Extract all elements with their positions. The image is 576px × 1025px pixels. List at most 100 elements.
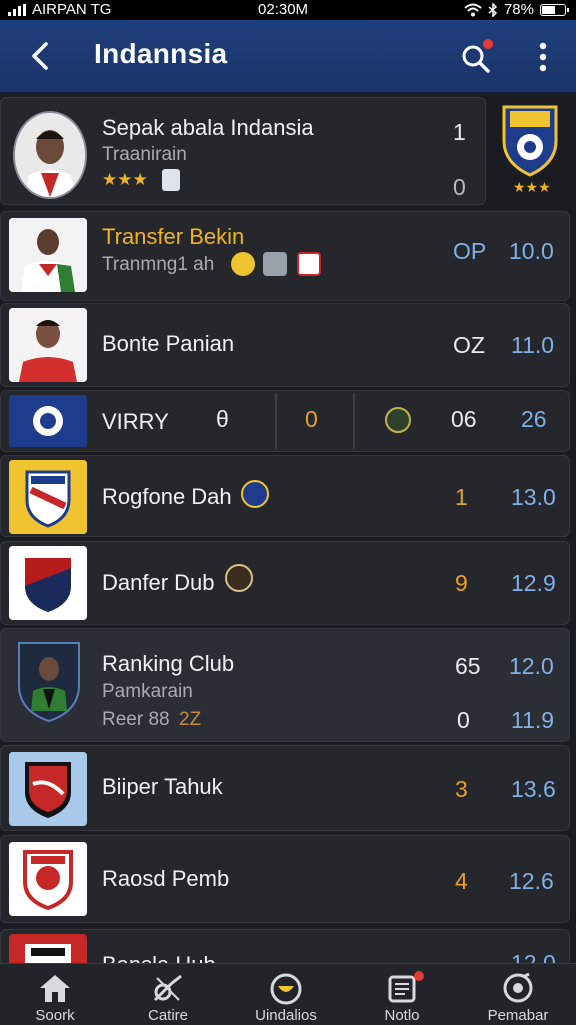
- app-header: Indannsia: [0, 20, 576, 93]
- score-value: 13.0: [511, 484, 556, 510]
- carrier-group: AIRPAN TG: [8, 1, 111, 18]
- nav-item-matches[interactable]: Catire: [120, 964, 216, 1025]
- nav-item-home[interactable]: Soork: [7, 964, 103, 1025]
- list-item[interactable]: Raosd Pemb 4 12.6: [0, 835, 570, 923]
- score-value: 0: [305, 406, 318, 432]
- list-item[interactable]: Rogfone Dah 1 13.0: [0, 455, 570, 537]
- rank-value: 1: [455, 484, 468, 510]
- player-photo: [9, 308, 87, 382]
- row-title: Raosd Pemb: [102, 866, 230, 891]
- list-item[interactable]: Bansla Hub 12.0: [0, 929, 570, 963]
- ball-icon: [270, 973, 302, 1005]
- nav-item-news[interactable]: Notlo: [354, 964, 450, 1025]
- list-item[interactable]: Transfer Bekin Tranmng1 ah OP 10.0: [0, 211, 570, 301]
- battery-icon: [540, 3, 569, 16]
- more-vertical-icon: [539, 42, 547, 72]
- score-value: 12.0: [511, 950, 556, 963]
- crest-stars: ★★★: [513, 179, 551, 195]
- more-options-button[interactable]: [528, 40, 558, 74]
- rank-value: 3: [455, 776, 468, 802]
- rating-stars: ★★★: [102, 170, 148, 189]
- carrier-label: AIRPAN TG: [32, 1, 112, 18]
- score-value: 12.6: [509, 868, 554, 894]
- list-item-highlighted[interactable]: Ranking Club Pamkarain Reer 88 2Z 65 12.…: [0, 628, 570, 742]
- divider: [275, 393, 277, 449]
- search-button[interactable]: [458, 38, 494, 74]
- chevron-left-icon: [32, 42, 48, 70]
- club-crest: [9, 842, 87, 916]
- club-crest: [9, 460, 87, 534]
- row-title: Bonte Panian: [102, 331, 235, 356]
- nav-item-updates[interactable]: Uindalios: [238, 964, 334, 1025]
- wifi-icon: [464, 3, 482, 16]
- club-crest: [500, 103, 560, 177]
- list-item[interactable]: Biiper Tahuk 3 13.6: [0, 745, 570, 831]
- rank-value-2: 0: [457, 707, 470, 733]
- row-title: VIRRY: [102, 409, 169, 434]
- match-row[interactable]: VIRRY θ 0 06 26: [0, 390, 570, 452]
- club-badge-3: [297, 252, 321, 276]
- rank-value: 4: [455, 868, 468, 894]
- score-value: 12.0: [509, 653, 554, 679]
- clock: 02:30M: [258, 1, 309, 18]
- rank-value: 65: [455, 653, 481, 679]
- club-badge: [225, 564, 253, 592]
- nav-label: Notlo: [384, 1007, 420, 1024]
- nav-label: Uindalios: [255, 1007, 317, 1024]
- battery-percent: 78%: [503, 1, 534, 18]
- club-mini-badge: [385, 407, 411, 433]
- status-icons: 78%: [464, 1, 569, 18]
- list-item[interactable]: Sepak abala Indansia Traanirain ★★★ 1 0: [0, 97, 486, 205]
- score-value: 11.0: [511, 332, 555, 358]
- search-icon: [462, 39, 493, 73]
- row-subtitle: Tranmng1 ah: [102, 254, 215, 275]
- bottom-navigation: Soork Catire Uindalios Notlo Pemabar: [0, 963, 576, 1025]
- rank-value: θ: [216, 406, 229, 432]
- club-badge: [241, 480, 269, 508]
- rank-value: OZ: [453, 332, 485, 358]
- player-crest: [15, 639, 83, 723]
- signal-icon: [8, 3, 26, 16]
- row-title: Sepak abala Indansia: [102, 115, 314, 140]
- nav-label: Catire: [147, 1007, 188, 1024]
- rank-value: 1: [453, 119, 466, 145]
- bluetooth-icon: [488, 2, 498, 17]
- nav-label: Pemabar: [487, 1007, 549, 1024]
- profile-icon: [503, 972, 533, 1003]
- list-item[interactable]: Danfer Dub 9 12.9: [0, 541, 570, 625]
- row-title: Ranking Club: [102, 651, 235, 676]
- extra-value: 26: [521, 406, 547, 432]
- back-button[interactable]: [22, 38, 58, 74]
- nav-label: Soork: [35, 1007, 75, 1024]
- score-value: 10.0: [509, 238, 554, 264]
- player-photo: [9, 218, 87, 292]
- club-badge-1: [231, 252, 255, 276]
- row-meta: Reer 88: [102, 709, 170, 730]
- row-title: Danfer Dub: [102, 570, 215, 595]
- list-item[interactable]: Bonte Panian OZ 11.0: [0, 303, 570, 387]
- ranking-list: Sepak abala Indansia Traanirain ★★★ 1 0 …: [0, 93, 576, 963]
- nav-item-profile[interactable]: Pemabar: [470, 964, 566, 1025]
- row-subtitle: Pamkarain: [102, 681, 193, 702]
- whistle-icon: [153, 974, 182, 1002]
- club-crest: [9, 546, 87, 620]
- club-mini-badge: [162, 169, 180, 191]
- player-avatar: [13, 111, 87, 199]
- club-badge-2: [263, 252, 287, 276]
- score-value: 0: [453, 174, 466, 200]
- row-title: Biiper Tahuk: [102, 774, 223, 799]
- divider: [353, 393, 355, 449]
- club-crest: [9, 934, 87, 963]
- club-crest: [9, 752, 87, 826]
- rank-value: 9: [455, 570, 468, 596]
- extra-value: 06: [451, 406, 477, 432]
- rank-value: OP: [453, 238, 487, 264]
- row-title: Rogfone Dah: [102, 484, 232, 509]
- row-meta-highlight: 2Z: [179, 709, 202, 730]
- score-value-2: 11.9: [511, 707, 555, 733]
- club-crest: [9, 395, 87, 447]
- home-icon: [40, 975, 70, 1002]
- row-title: Bansla Hub: [102, 952, 216, 963]
- row-subtitle: Traanirain: [102, 144, 187, 165]
- notification-dot: [414, 971, 424, 981]
